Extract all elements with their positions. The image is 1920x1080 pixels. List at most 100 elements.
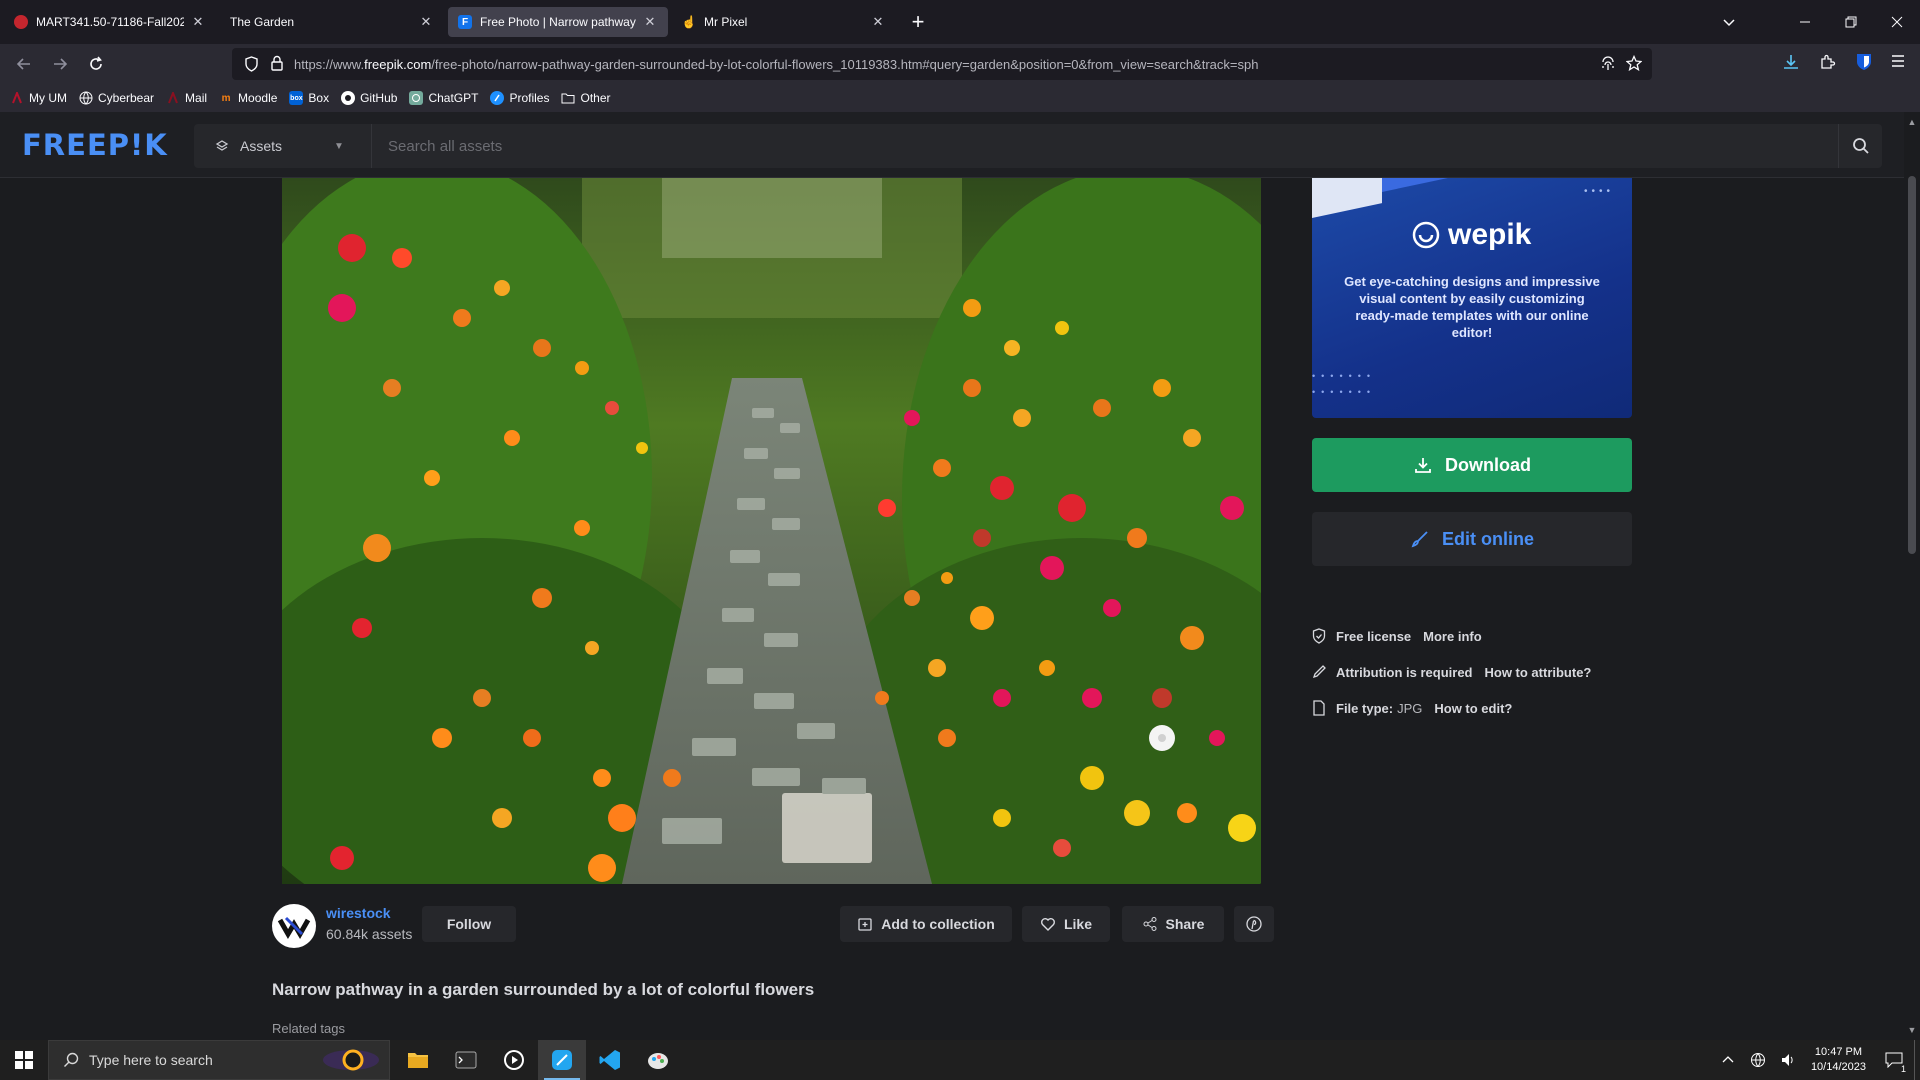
media-player-app[interactable] <box>490 1040 538 1080</box>
moodle-icon: m <box>221 92 231 104</box>
taskbar-search-box[interactable]: Type here to search <box>48 1040 390 1080</box>
like-label: Like <box>1063 916 1092 932</box>
paint-app[interactable] <box>634 1040 682 1080</box>
assets-dropdown[interactable]: Assets ▼ <box>194 124 372 168</box>
tab-mart341[interactable]: MART341.50-71186-Fall2023: As ✕ <box>4 7 216 37</box>
reload-icon[interactable] <box>80 48 112 80</box>
search-input[interactable]: Search all assets <box>372 138 1838 155</box>
bookmark-label: Moodle <box>238 91 278 105</box>
bookmark-github[interactable]: GitHub <box>341 91 397 105</box>
show-desktop-button[interactable] <box>1914 1040 1920 1080</box>
add-to-collection-label: Add to collection <box>881 916 995 932</box>
pen-icon <box>1312 664 1326 680</box>
bitwarden-shield-icon[interactable] <box>1856 53 1872 76</box>
scroll-up-arrow-icon[interactable]: ▲ <box>1904 114 1920 130</box>
minimize-button[interactable] <box>1782 0 1828 44</box>
share-button[interactable]: Share <box>1122 906 1224 942</box>
downloads-icon[interactable] <box>1782 53 1800 76</box>
heart-icon <box>1040 916 1056 932</box>
close-icon[interactable]: ✕ <box>190 14 206 30</box>
bookmark-label: Cyberbear <box>98 91 155 105</box>
terminal-app[interactable] <box>442 1040 490 1080</box>
wepik-ad-banner[interactable]: •••• wepik Get eye-catching designs and … <box>1312 178 1632 418</box>
file-explorer-app[interactable] <box>394 1040 442 1080</box>
notification-center-icon[interactable]: 1 <box>1874 1040 1914 1080</box>
collection-icon <box>857 916 873 932</box>
forward-arrow-icon[interactable] <box>44 48 76 80</box>
new-tab-button[interactable]: + <box>904 8 932 36</box>
network-globe-icon[interactable] <box>1743 1040 1773 1080</box>
url-text[interactable]: https://www.freepik.com/free-photo/narro… <box>294 57 1258 72</box>
list-tabs-chevron-icon[interactable] <box>1706 0 1752 44</box>
back-arrow-icon[interactable] <box>8 48 40 80</box>
tab-mr-pixel[interactable]: ☝ Mr Pixel ✕ <box>672 7 896 37</box>
mail-icon <box>166 91 180 105</box>
extensions-icon[interactable] <box>1818 53 1836 76</box>
garden-photo[interactable] <box>282 178 1261 884</box>
like-button[interactable]: Like <box>1022 906 1110 942</box>
bookmark-label: My UM <box>29 91 67 105</box>
volume-icon[interactable] <box>1773 1040 1803 1080</box>
scroll-down-arrow-icon[interactable]: ▼ <box>1904 1022 1920 1038</box>
folder-icon <box>561 91 575 105</box>
edit-online-label: Edit online <box>1442 528 1534 549</box>
add-to-collection-button[interactable]: Add to collection <box>840 906 1012 942</box>
tab-freepik[interactable]: F Free Photo | Narrow pathway in ✕ <box>448 7 668 37</box>
firefox-browser-app[interactable] <box>538 1040 586 1080</box>
bookmark-other-folder[interactable]: Other <box>561 91 611 105</box>
close-icon[interactable]: ✕ <box>642 14 658 30</box>
restore-button[interactable] <box>1828 0 1874 44</box>
freepik-logo[interactable]: FREEP!K <box>22 128 168 162</box>
pinterest-button[interactable] <box>1234 906 1274 942</box>
bookmark-profiles[interactable]: Profiles <box>490 91 549 105</box>
bookmark-box[interactable]: box Box <box>289 91 329 105</box>
bookmark-moodle[interactable]: m Moodle <box>219 91 278 105</box>
bookmark-mail[interactable]: Mail <box>166 91 207 105</box>
share-icon <box>1142 916 1158 932</box>
start-button[interactable] <box>0 1040 48 1080</box>
taskbar-clock[interactable]: 10:47 PM 10/14/2023 <box>1811 1045 1866 1075</box>
fingerprint-icon[interactable] <box>1600 56 1616 77</box>
wepik-logo-icon <box>1412 221 1440 249</box>
more-info-link[interactable]: More info <box>1423 629 1482 644</box>
edit-online-button[interactable]: Edit online <box>1312 512 1632 566</box>
url-bar[interactable]: https://www.freepik.com/free-photo/narro… <box>232 48 1652 80</box>
bookmark-label: GitHub <box>360 91 398 105</box>
tracking-shield-icon[interactable] <box>244 56 259 77</box>
caret-down-icon: ▼ <box>334 140 344 152</box>
profiles-icon <box>490 91 505 105</box>
box-icon: box <box>289 91 304 105</box>
how-to-attribute-link[interactable]: How to attribute? <box>1485 665 1592 680</box>
globe-icon <box>79 91 93 105</box>
close-icon[interactable]: ✕ <box>870 14 886 30</box>
search-button[interactable] <box>1838 124 1882 168</box>
download-icon <box>1413 455 1433 475</box>
show-hidden-icons-chevron-icon[interactable] <box>1713 1040 1743 1080</box>
lock-icon[interactable] <box>270 55 284 76</box>
page-scrollbar[interactable]: ▲ ▼ <box>1904 112 1920 1040</box>
author-avatar[interactable] <box>272 904 316 948</box>
ad-text: Get eye-catching designs and impressive … <box>1344 274 1600 340</box>
vscode-icon <box>599 1050 620 1070</box>
tab-title: Free Photo | Narrow pathway in <box>480 15 636 29</box>
scrollbar-thumb[interactable] <box>1908 176 1916 554</box>
author-name[interactable]: wirestock <box>326 905 391 921</box>
vscode-app[interactable] <box>586 1040 634 1080</box>
app-menu-icon[interactable] <box>1890 53 1906 74</box>
shield-check-icon <box>1312 628 1326 644</box>
close-icon[interactable]: ✕ <box>418 14 434 30</box>
tab-the-garden[interactable]: The Garden ✕ <box>220 7 444 37</box>
file-icon <box>1312 700 1326 716</box>
bookmark-my-um[interactable]: My UM <box>10 91 67 105</box>
search-bar: Assets ▼ Search all assets <box>194 124 1882 168</box>
download-button[interactable]: Download <box>1312 438 1632 492</box>
bookmark-cyberbear[interactable]: Cyberbear <box>79 91 154 105</box>
bookmark-chatgpt[interactable]: ChatGPT <box>409 91 478 105</box>
how-to-edit-link[interactable]: How to edit? <box>1434 701 1512 716</box>
follow-button[interactable]: Follow <box>422 906 516 942</box>
license-label: Free license <box>1336 628 1412 644</box>
close-window-button[interactable] <box>1874 0 1920 44</box>
bookmark-label: ChatGPT <box>428 91 479 105</box>
brush-icon <box>1410 529 1430 549</box>
bookmark-star-icon[interactable] <box>1625 54 1643 76</box>
